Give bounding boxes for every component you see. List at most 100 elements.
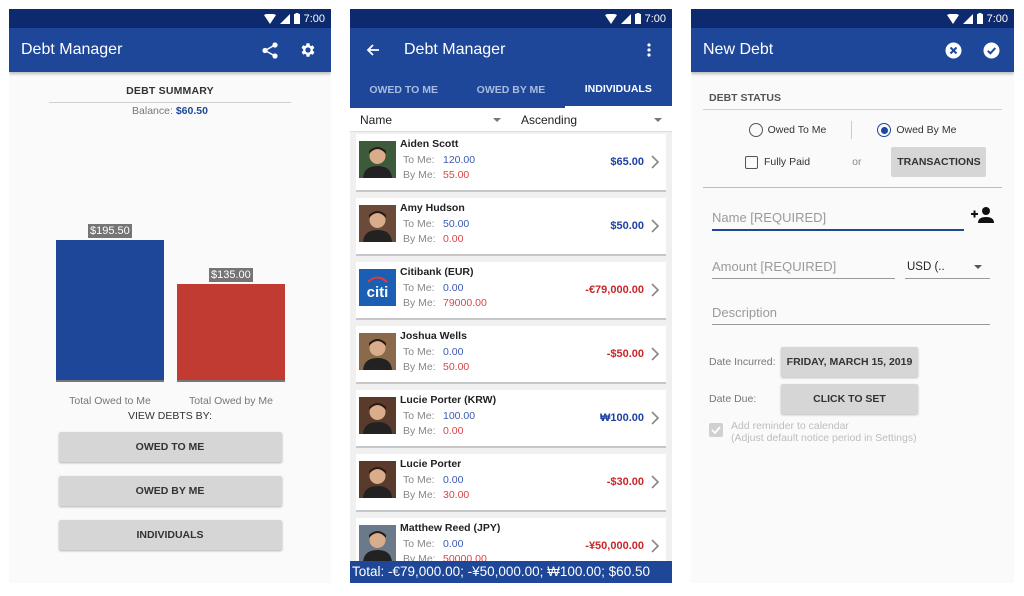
owed-to-me-button[interactable]: OWED TO ME bbox=[58, 432, 282, 462]
item-name: Aiden Scott bbox=[400, 137, 459, 150]
amount-input[interactable] bbox=[712, 257, 895, 279]
transactions-button[interactable]: TRANSACTIONS bbox=[891, 147, 987, 177]
reminder-row: Add reminder to calendar (Adjust default… bbox=[703, 420, 1002, 444]
date-incurred-row: Date Incurred: FRIDAY, MARCH 15, 2019 bbox=[703, 347, 1002, 377]
app-bar: New Debt bbox=[691, 28, 1014, 72]
dropdown-caret-icon bbox=[654, 117, 662, 122]
name-row bbox=[703, 206, 1002, 231]
list-item[interactable]: Lucie Porter (KRW) To Me: 100.00 By Me: 0.… bbox=[356, 390, 666, 448]
balance: Balance: $60.50 bbox=[9, 105, 331, 117]
tab-owed-by-me[interactable]: OWED BY ME bbox=[457, 72, 564, 108]
or-label: or bbox=[852, 156, 862, 168]
clock: 7:00 bbox=[986, 12, 1008, 25]
chevron-right-icon bbox=[651, 219, 660, 233]
reminder-hint: (Adjust default notice period in Setting… bbox=[731, 432, 917, 444]
signal-icon bbox=[620, 13, 631, 24]
sort-field-dropdown[interactable]: Name bbox=[350, 113, 511, 127]
battery-icon bbox=[293, 13, 300, 24]
person-avatar bbox=[359, 332, 396, 370]
to-me-label: To Me: bbox=[403, 345, 435, 358]
sort-order-dropdown[interactable]: Ascending bbox=[511, 113, 672, 127]
gear-icon[interactable] bbox=[297, 39, 319, 61]
debt-summary-screen: 7:00 Debt Manager DEBT SUMMARY Balance: … bbox=[9, 9, 331, 583]
individuals-screen: 7:00 Debt Manager OWED TO ME OWED BY ME … bbox=[350, 9, 672, 583]
chart-data-label: $135.00 bbox=[209, 268, 253, 282]
status-bar: 7:00 bbox=[9, 9, 331, 28]
currency-dropdown[interactable]: USD (.. bbox=[905, 259, 990, 279]
by-me-value: 30.00 bbox=[443, 488, 470, 501]
person-avatar bbox=[359, 204, 396, 242]
to-me-value: 0.00 bbox=[443, 473, 464, 486]
balance-value: $60.50 bbox=[175, 105, 208, 117]
item-balance: ₩100.00 bbox=[599, 412, 644, 424]
date-due-button[interactable]: CLICK TO SET bbox=[781, 384, 918, 414]
cancel-icon[interactable] bbox=[942, 39, 964, 61]
by-me-value: 55.00 bbox=[443, 168, 470, 181]
description-row bbox=[703, 303, 1002, 325]
chart-data-label: $195.50 bbox=[88, 224, 132, 238]
status-bar: 7:00 bbox=[350, 9, 672, 28]
chevron-right-icon bbox=[651, 539, 660, 553]
app-title: Debt Manager bbox=[404, 41, 506, 58]
date-incurred-label: Date Incurred: bbox=[709, 356, 776, 368]
list-item[interactable]: Lucie Porter To Me: 0.00 By Me: 30.00 -$30… bbox=[356, 454, 666, 512]
description-input[interactable] bbox=[712, 303, 990, 325]
divider bbox=[49, 102, 291, 103]
list-item[interactable]: Amy Hudson To Me: 50.00 By Me: 0.00 $50.00 bbox=[356, 198, 666, 256]
individuals-list: Aiden Scott To Me: 120.00 By Me: 55.00 $65… bbox=[350, 132, 672, 576]
by-me-label: By Me: bbox=[403, 168, 436, 181]
divider bbox=[703, 187, 1002, 188]
person-avatar bbox=[359, 396, 396, 434]
individuals-button[interactable]: INDIVIDUALS bbox=[58, 520, 282, 550]
app-bar: Debt Manager bbox=[9, 28, 331, 72]
to-me-label: To Me: bbox=[403, 473, 435, 486]
sort-field-value: Name bbox=[360, 112, 393, 127]
person-avatar bbox=[359, 524, 396, 562]
add-contact-icon[interactable] bbox=[970, 206, 994, 229]
owed-by-me-button[interactable]: OWED BY ME bbox=[58, 476, 282, 506]
by-me-value: 0.00 bbox=[443, 232, 464, 245]
debt-direction-group: Owed To Me Owed By Me bbox=[703, 121, 1002, 139]
tab-individuals[interactable]: INDIVIDUALS bbox=[564, 72, 672, 108]
list-item[interactable]: Aiden Scott To Me: 120.00 By Me: 55.00 $65… bbox=[356, 134, 666, 192]
date-due-label: Date Due: bbox=[709, 393, 757, 405]
balance-label: Balance: bbox=[132, 105, 173, 117]
signal-icon bbox=[279, 13, 290, 24]
list-item[interactable]: Joshua Wells To Me: 0.00 By Me: 50.00 -$50… bbox=[356, 326, 666, 384]
item-info: Aiden Scott To Me: 120.00 By Me: 55.00 bbox=[400, 138, 610, 183]
radio-unchecked-icon bbox=[748, 123, 763, 137]
radio-checked-icon bbox=[877, 123, 892, 137]
reminder-checkbox[interactable] bbox=[709, 423, 723, 437]
divider bbox=[703, 109, 1002, 110]
clock: 7:00 bbox=[303, 12, 325, 25]
view-debts-by-label: VIEW DEBTS BY: bbox=[127, 410, 213, 422]
clock: 7:00 bbox=[644, 12, 666, 25]
signal-icon bbox=[962, 13, 973, 24]
radio-owed-by-me[interactable]: Owed By Me bbox=[877, 123, 956, 137]
by-me-label: By Me: bbox=[403, 232, 436, 245]
item-balance: -¥50,000.00 bbox=[585, 540, 644, 552]
share-icon[interactable] bbox=[259, 39, 281, 61]
chevron-right-icon bbox=[651, 411, 660, 425]
item-info: Citibank (EUR) To Me: 0.00 By Me: 79000.00 bbox=[400, 266, 585, 311]
list-item[interactable]: citi Citibank (EUR) To Me: 0.00 By Me: 790… bbox=[356, 262, 666, 320]
tab-bar: OWED TO ME OWED BY ME INDIVIDUALS bbox=[350, 72, 672, 108]
more-vert-icon[interactable] bbox=[638, 39, 660, 61]
to-me-label: To Me: bbox=[403, 409, 435, 422]
item-name: Joshua Wells bbox=[400, 329, 467, 342]
to-me-label: To Me: bbox=[403, 537, 435, 550]
tab-owed-to-me[interactable]: OWED TO ME bbox=[350, 72, 457, 108]
currency-value: USD (.. bbox=[907, 261, 945, 273]
fully-paid-checkbox[interactable] bbox=[745, 155, 758, 169]
radio-owed-to-me[interactable]: Owed To Me bbox=[748, 123, 826, 137]
reminder-label: Add reminder to calendar bbox=[731, 420, 849, 432]
back-arrow-icon[interactable] bbox=[362, 39, 384, 61]
date-incurred-button[interactable]: FRIDAY, MARCH 15, 2019 bbox=[781, 347, 918, 377]
item-info: Joshua Wells To Me: 0.00 By Me: 50.00 bbox=[400, 330, 607, 375]
dropdown-caret-icon bbox=[974, 265, 982, 269]
by-me-label: By Me: bbox=[403, 488, 436, 501]
name-input[interactable] bbox=[712, 208, 964, 231]
confirm-icon[interactable] bbox=[980, 39, 1002, 61]
battery-icon bbox=[976, 13, 983, 24]
person-avatar bbox=[359, 140, 396, 178]
